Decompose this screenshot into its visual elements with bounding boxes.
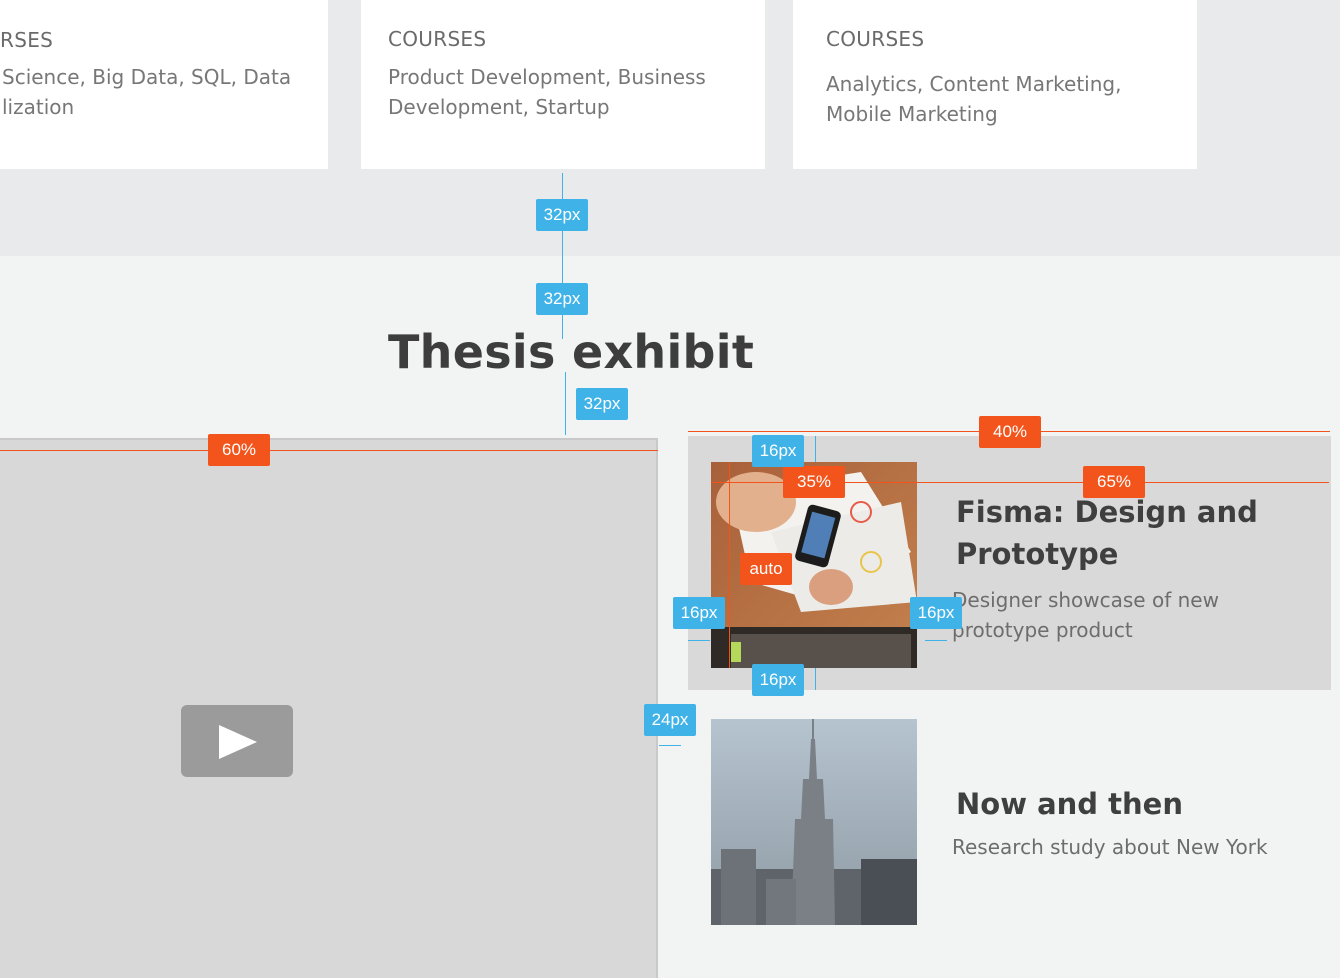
ratio-tag: 60% xyxy=(208,434,270,466)
spacing-tag: 16px xyxy=(673,597,725,629)
course-card-3[interactable]: COURSES Analytics, Content Marketing, Mo… xyxy=(793,0,1197,169)
spacing-guide-line xyxy=(659,745,681,746)
spacing-guide-line xyxy=(688,640,710,641)
spacing-guide-line xyxy=(565,372,566,435)
spacing-guide-line xyxy=(925,640,947,641)
spacing-tag: 32px xyxy=(536,283,588,315)
courses-label: COURSES xyxy=(826,27,925,51)
ratio-tag: auto xyxy=(740,553,792,585)
courses-list: Science, Big Data, SQL, Data lization xyxy=(2,65,292,119)
spacing-guide-line xyxy=(815,668,816,690)
ratio-tag: 35% xyxy=(783,466,845,498)
course-card-1[interactable]: RSES Science, Big Data, SQL, Data lizati… xyxy=(0,0,328,169)
spacing-tag: 16px xyxy=(752,664,804,696)
ratio-tag: 65% xyxy=(1083,466,1145,498)
ratio-guide-line xyxy=(0,450,658,451)
course-card-2[interactable]: COURSES Product Development, Business De… xyxy=(361,0,765,169)
video-player[interactable] xyxy=(0,438,658,978)
spacing-guide-line xyxy=(815,436,816,462)
item-description: Research study about New York xyxy=(952,835,1268,859)
spacing-tag: 24px xyxy=(644,704,696,736)
item-title[interactable]: Now and then xyxy=(956,783,1183,825)
spacing-tag: 16px xyxy=(910,597,962,629)
play-button[interactable] xyxy=(181,705,293,777)
spacing-tag: 32px xyxy=(576,388,628,420)
new-york-photo[interactable] xyxy=(711,719,917,925)
spacing-tag: 16px xyxy=(752,435,804,467)
courses-list: Analytics, Content Marketing, Mobile Mar… xyxy=(826,72,1122,126)
courses-label: COURSES xyxy=(388,27,487,51)
spacing-tag: 32px xyxy=(536,199,588,231)
play-icon xyxy=(219,725,257,759)
courses-list: Product Development, Business Developmen… xyxy=(388,65,706,119)
ratio-guide-line xyxy=(729,462,730,668)
item-title[interactable]: Fisma: Design and Prototype xyxy=(956,491,1258,575)
section-title: Thesis exhibit xyxy=(388,325,755,379)
ratio-tag: 40% xyxy=(979,416,1041,448)
item-description: Designer showcase of new prototype produ… xyxy=(952,588,1219,642)
courses-label: RSES xyxy=(0,28,54,52)
